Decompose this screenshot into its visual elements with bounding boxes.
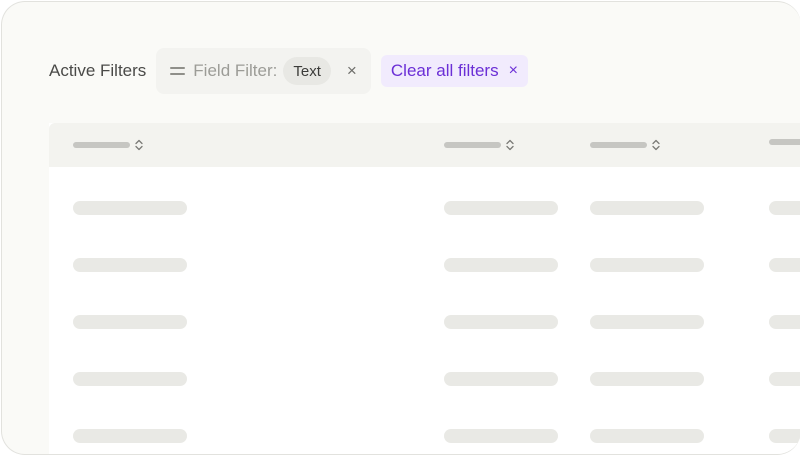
column-header-placeholder	[590, 142, 647, 148]
active-filters-bar: Active Filters Field Filter: Text × Clea…	[49, 47, 528, 95]
table-header	[49, 123, 800, 167]
table-cell-placeholder	[444, 315, 558, 329]
table-cell-placeholder	[590, 372, 704, 386]
field-filter-value-chip[interactable]: Text	[283, 57, 331, 85]
column-header-placeholder	[444, 142, 501, 148]
column-header-placeholder	[73, 142, 130, 148]
active-filters-label: Active Filters	[49, 61, 147, 80]
table-cell-placeholder	[590, 429, 704, 443]
table-row[interactable]	[49, 429, 800, 443]
table-cell-placeholder	[769, 315, 800, 329]
table-cell-placeholder	[590, 258, 704, 272]
table-cell-placeholder	[73, 201, 187, 215]
table-row[interactable]	[49, 315, 800, 329]
close-icon[interactable]: ×	[345, 61, 359, 81]
sort-icon[interactable]	[506, 139, 514, 151]
sort-icon[interactable]	[652, 139, 660, 151]
clear-all-filters-button[interactable]: Clear all filters ×	[380, 55, 528, 87]
data-table	[49, 123, 800, 454]
table-cell-placeholder	[769, 429, 800, 443]
close-icon: ×	[508, 62, 518, 79]
table-cell-placeholder	[769, 372, 800, 386]
table-cell-placeholder	[73, 315, 187, 329]
clear-all-filters-label: Clear all filters	[390, 61, 499, 80]
column-header[interactable]	[590, 139, 660, 151]
column-header[interactable]	[769, 139, 800, 145]
table-row[interactable]	[49, 201, 800, 215]
app-window: Active Filters Field Filter: Text × Clea…	[1, 1, 800, 455]
table-cell-placeholder	[769, 201, 800, 215]
column-header[interactable]	[444, 139, 514, 151]
table-cell-placeholder	[73, 372, 187, 386]
field-filter-pill[interactable]: Field Filter: Text ×	[156, 48, 371, 94]
column-header[interactable]	[73, 139, 143, 151]
table-cell-placeholder	[590, 201, 704, 215]
column-header-placeholder	[769, 139, 800, 145]
table-row[interactable]	[49, 372, 800, 386]
table-cell-placeholder	[73, 429, 187, 443]
table-cell-placeholder	[444, 429, 558, 443]
table-cell-placeholder	[444, 372, 558, 386]
table-cell-placeholder	[590, 315, 704, 329]
table-cell-placeholder	[444, 258, 558, 272]
table-cell-placeholder	[769, 258, 800, 272]
table-cell-placeholder	[73, 258, 187, 272]
table-cell-placeholder	[444, 201, 558, 215]
sort-icon[interactable]	[135, 139, 143, 151]
table-row[interactable]	[49, 258, 800, 272]
equals-icon	[170, 66, 186, 76]
field-filter-label: Field Filter:	[193, 61, 278, 80]
